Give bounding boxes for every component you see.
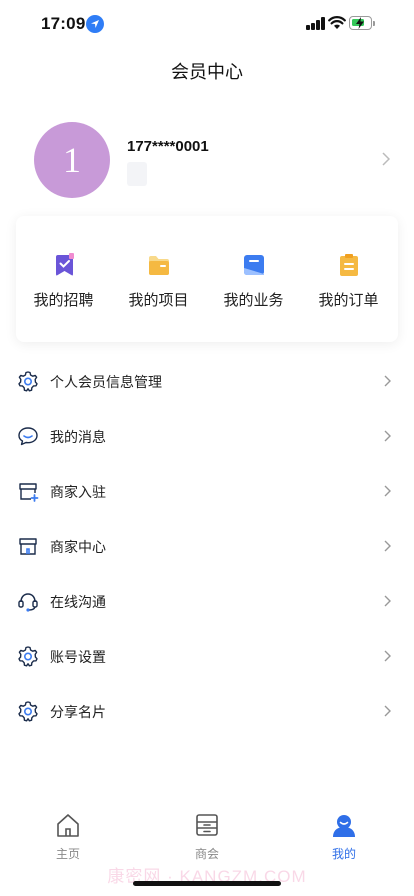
status-bar: 17:09 xyxy=(0,0,414,50)
store-add-icon xyxy=(19,483,39,502)
profile-card[interactable]: 1 177****0001 xyxy=(0,110,414,210)
quick-action-label: 我的项目 xyxy=(128,292,189,309)
quick-action-recruitment[interactable]: 我的招聘 xyxy=(16,216,111,342)
quick-action-projects[interactable]: 我的项目 xyxy=(111,216,206,342)
page-title: 会员中心 xyxy=(171,62,243,82)
message-icon xyxy=(18,427,38,446)
home-indicator[interactable] xyxy=(133,881,281,886)
menu-item-label: 我的消息 xyxy=(50,429,106,445)
battery-charging-icon xyxy=(349,16,375,30)
store-icon xyxy=(19,538,37,555)
bookmark-check-icon xyxy=(56,253,74,276)
folder-icon xyxy=(149,256,169,275)
menu-item-label: 商家入驻 xyxy=(50,484,106,500)
quick-action-label: 我的业务 xyxy=(223,292,284,309)
quick-action-business[interactable]: 我的业务 xyxy=(206,216,301,342)
menu-item-messages[interactable]: 我的消息 xyxy=(0,409,414,464)
menu-item-online-chat[interactable]: 在线沟通 xyxy=(0,574,414,629)
menu-item-account-settings[interactable]: 账号设置 xyxy=(0,629,414,684)
user-icon xyxy=(333,815,355,837)
menu-item-label: 账号设置 xyxy=(50,649,106,665)
chevron-right-icon xyxy=(384,375,391,387)
business-icon xyxy=(244,255,264,275)
gear-icon xyxy=(18,371,38,392)
home-icon xyxy=(57,814,79,837)
gear-icon xyxy=(18,646,38,667)
tab-mine[interactable]: 我的 xyxy=(304,806,384,866)
tab-home[interactable]: 主页 xyxy=(28,806,108,866)
quick-action-label: 我的招聘 xyxy=(33,292,94,309)
menu-item-share-card[interactable]: 分享名片 xyxy=(0,684,414,739)
menu-item-label: 在线沟通 xyxy=(50,594,106,610)
status-time: 17:09 xyxy=(41,14,86,33)
chevron-right-icon xyxy=(384,595,391,607)
quick-action-orders[interactable]: 我的订单 xyxy=(301,216,396,342)
quick-actions-card: 我的招聘 我的项目 我的业务 我的订单 xyxy=(16,216,398,342)
quick-action-label: 我的订单 xyxy=(318,292,379,309)
location-arrow-icon xyxy=(86,15,104,33)
tab-label: 我的 xyxy=(331,847,356,861)
chevron-right-icon xyxy=(384,430,391,442)
chevron-right-icon xyxy=(384,540,391,552)
menu-item-merchant-center[interactable]: 商家中心 xyxy=(0,519,414,574)
gear-icon xyxy=(18,701,38,722)
clipboard-icon xyxy=(340,254,358,276)
bottom-tab-bar: 主页 商会 我的 xyxy=(0,806,414,866)
chevron-right-icon xyxy=(384,650,391,662)
menu-item-label: 个人会员信息管理 xyxy=(50,374,162,390)
tab-chamber[interactable]: 商会 xyxy=(167,806,247,866)
headset-icon xyxy=(18,593,38,612)
avatar[interactable]: 1 xyxy=(34,122,110,198)
cellular-signal-icon xyxy=(306,17,326,30)
chevron-right-icon xyxy=(384,705,391,717)
chevron-right-icon xyxy=(384,485,391,497)
menu-item-member-info[interactable]: 个人会员信息管理 xyxy=(0,354,414,409)
menu-item-label: 商家中心 xyxy=(50,539,106,555)
tab-label: 商会 xyxy=(194,847,219,861)
menu-item-label: 分享名片 xyxy=(50,704,106,720)
wifi-icon xyxy=(328,16,346,29)
menu-item-merchant-join[interactable]: 商家入驻 xyxy=(0,464,414,519)
phone-number: 177****0001 xyxy=(127,138,209,155)
chevron-right-icon xyxy=(382,152,390,166)
tab-label: 主页 xyxy=(55,847,80,861)
chamber-icon xyxy=(196,814,218,836)
member-badge-placeholder xyxy=(127,162,147,186)
